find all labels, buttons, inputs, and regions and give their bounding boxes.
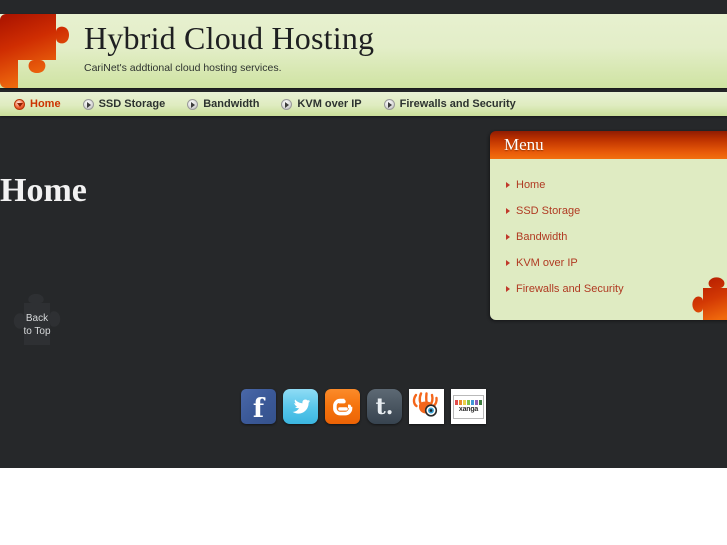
nav-item-home[interactable]: Home	[14, 98, 61, 110]
circle-right-arrow-icon	[281, 98, 293, 110]
page-wrapper: Hybrid Cloud Hosting CariNet's addtional…	[0, 0, 727, 468]
sidebar-item-bandwidth[interactable]: Bandwidth	[490, 227, 727, 246]
facebook-icon[interactable]: f	[241, 389, 276, 424]
social-links-bar: f t. xanga	[0, 389, 727, 424]
blogger-icon[interactable]	[325, 389, 360, 424]
sidebar-header: Menu	[490, 131, 727, 159]
circle-right-arrow-icon	[187, 98, 199, 110]
nav-item-firewalls-and-security[interactable]: Firewalls and Security	[383, 98, 516, 110]
logo-puzzle-piece-icon	[0, 14, 74, 88]
back-to-top-button[interactable]: Back to Top	[2, 293, 72, 353]
sidebar-item-label: KVM over IP	[516, 256, 578, 269]
squidoo-squid-glyph	[412, 392, 438, 417]
sidebar-menu-panel: Menu Home SSD Storage Bandwidth KVM over…	[490, 131, 727, 320]
sidebar-puzzle-piece-icon	[685, 270, 727, 320]
triangle-bullet-icon	[506, 207, 510, 214]
circle-right-arrow-icon	[82, 98, 94, 110]
nav-item-bandwidth[interactable]: Bandwidth	[187, 98, 259, 110]
triangle-bullet-icon	[506, 233, 510, 240]
page-title: Home	[0, 171, 87, 209]
squidoo-icon[interactable]	[409, 389, 444, 424]
triangle-bullet-icon	[506, 259, 510, 266]
xanga-icon[interactable]: xanga	[451, 389, 486, 424]
circle-right-arrow-icon	[383, 98, 395, 110]
nav-item-label: SSD Storage	[98, 98, 166, 110]
site-title: Hybrid Cloud Hosting	[84, 20, 375, 56]
site-branding: Hybrid Cloud Hosting CariNet's addtional…	[84, 18, 374, 75]
twitter-bird-glyph	[291, 399, 310, 414]
nav-item-kvm-over-ip[interactable]: KVM over IP	[281, 98, 362, 110]
triangle-bullet-icon	[506, 285, 510, 292]
sidebar-body: Home SSD Storage Bandwidth KVM over IP F…	[490, 159, 727, 320]
site-header: Hybrid Cloud Hosting CariNet's addtional…	[0, 14, 727, 88]
circle-down-arrow-icon	[14, 98, 25, 110]
sidebar-item-label: Bandwidth	[516, 230, 568, 243]
back-to-top-puzzle-piece-icon	[13, 293, 61, 345]
nav-item-label: Home	[30, 98, 61, 110]
blogger-b-glyph	[332, 398, 352, 415]
sidebar-item-label: Firewalls and Security	[516, 282, 624, 295]
nav-item-ssd-storage[interactable]: SSD Storage	[82, 98, 166, 110]
xanga-wordmark: xanga	[458, 405, 479, 413]
tumblr-icon[interactable]: t.	[367, 389, 402, 424]
xanga-badge: xanga	[453, 394, 484, 419]
nav-item-label: Bandwidth	[203, 98, 260, 110]
sidebar-item-home[interactable]: Home	[490, 175, 727, 194]
sidebar-item-label: SSD Storage	[516, 204, 581, 217]
twitter-icon[interactable]	[283, 389, 318, 424]
sidebar-item-label: Home	[516, 178, 546, 191]
sidebar-item-ssd-storage[interactable]: SSD Storage	[490, 201, 727, 220]
site-tagline: CariNet's addtional cloud hosting servic…	[84, 62, 282, 74]
nav-item-label: KVM over IP	[297, 98, 362, 110]
triangle-bullet-icon	[506, 181, 510, 188]
primary-navigation[interactable]: Home SSD Storage Bandwidth KVM over IP F…	[0, 92, 727, 116]
facebook-glyph: f	[252, 393, 265, 424]
tumblr-glyph: t.	[375, 393, 394, 420]
nav-item-label: Firewalls and Security	[399, 98, 516, 110]
sidebar-header-title: Menu	[504, 135, 544, 154]
xanga-color-swatches	[455, 399, 482, 405]
